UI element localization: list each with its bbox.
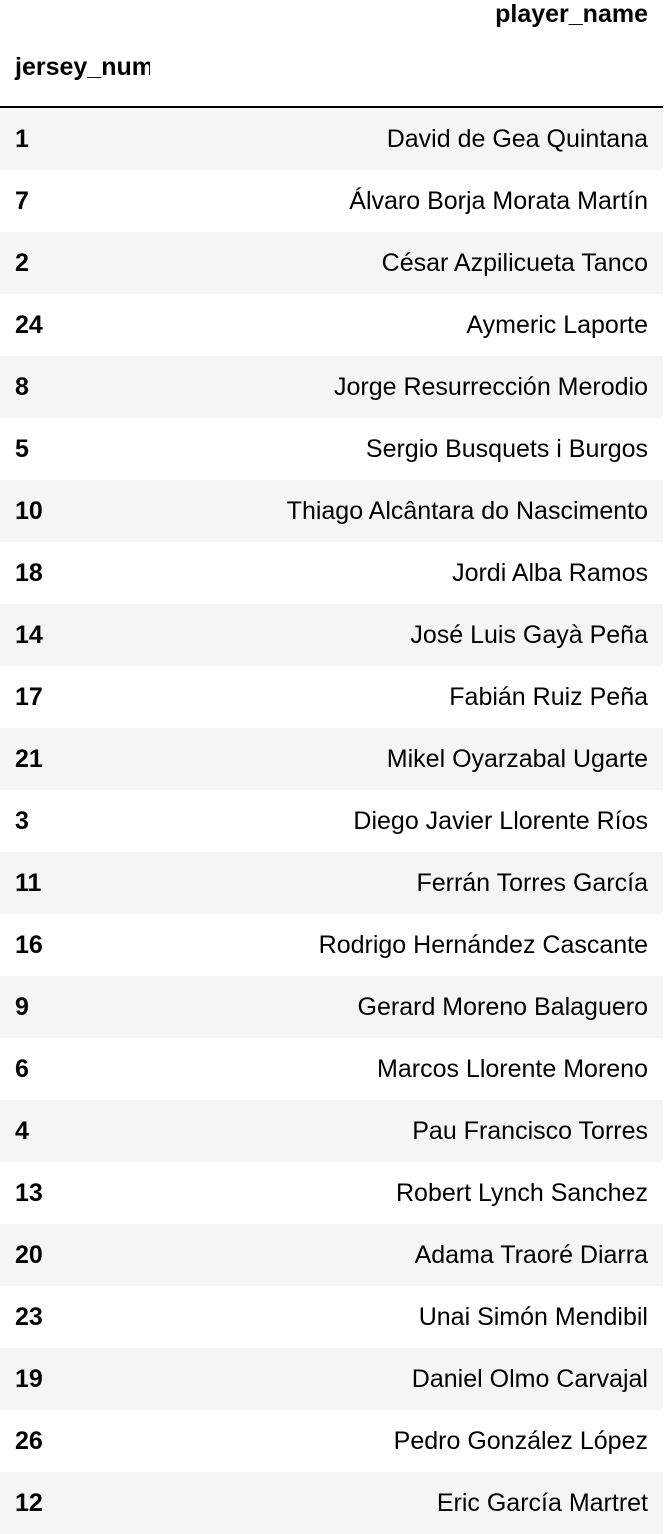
table-row: 20 Adama Traoré Diarra	[0, 1224, 663, 1286]
column-header-player-name: player_name	[495, 0, 648, 28]
jersey-number-cell: 10	[15, 497, 43, 525]
table-row: 23 Unai Simón Mendibil	[0, 1286, 663, 1348]
jersey-number-cell: 1	[15, 125, 29, 153]
player-name-cell: Unai Simón Mendibil	[418, 1303, 648, 1331]
jersey-number-cell: 3	[15, 807, 29, 835]
table-header: player_name jersey_number	[0, 0, 663, 108]
player-name-cell: Jorge Resurrección Merodio	[333, 373, 648, 401]
table-body: 1 David de Gea Quintana 7 Álvaro Borja Mora…	[0, 107, 663, 1534]
jersey-number-cell: 12	[15, 1489, 43, 1517]
table-row: 7 Álvaro Borja Morata Martín	[0, 170, 663, 232]
jersey-number-cell: 14	[15, 621, 43, 649]
jersey-number-cell: 20	[15, 1241, 43, 1269]
player-name-cell: Pedro González López	[393, 1427, 648, 1455]
dataframe-output: player_name jersey_number 1 David de Gea …	[0, 0, 664, 1534]
player-name-cell: Eric García Martret	[436, 1489, 648, 1517]
jersey-number-cell: 16	[15, 931, 43, 959]
player-name-cell: Gerard Moreno Balaguero	[357, 993, 648, 1021]
jersey-number-cell: 18	[15, 559, 43, 587]
table-row: 24 Aymeric Laporte	[0, 294, 663, 356]
jersey-number-cell: 4	[15, 1117, 29, 1145]
player-name-cell: David de Gea Quintana	[386, 125, 648, 153]
player-table: player_name jersey_number 1 David de Gea …	[0, 0, 663, 1534]
table-row: 9 Gerard Moreno Balaguero	[0, 976, 663, 1038]
player-name-cell: Mikel Oyarzabal Ugarte	[386, 745, 648, 773]
index-name-row: jersey_number	[0, 28, 663, 108]
jersey-number-cell: 19	[15, 1365, 43, 1393]
table-row: 12 Eric García Martret	[0, 1472, 663, 1534]
table-row: 17 Fabián Ruiz Peña	[0, 666, 663, 728]
table-row: 19 Daniel Olmo Carvajal	[0, 1348, 663, 1410]
index-name-jersey-number: jersey_number	[0, 28, 150, 108]
jersey-number-cell: 11	[15, 869, 42, 897]
player-name-cell: Thiago Alcântara do Nascimento	[286, 497, 648, 525]
player-name-cell: Fabián Ruiz Peña	[449, 683, 648, 711]
player-name-cell: Robert Lynch Sanchez	[395, 1179, 648, 1207]
jersey-number-cell: 21	[15, 745, 43, 773]
table-row: 4 Pau Francisco Torres	[0, 1100, 663, 1162]
index-name-spacer	[150, 28, 663, 108]
jersey-number-cell: 24	[15, 311, 43, 339]
jersey-number-cell: 26	[15, 1427, 43, 1455]
table-row: 3 Diego Javier Llorente Ríos	[0, 790, 663, 852]
table-row: 6 Marcos Llorente Moreno	[0, 1038, 663, 1100]
jersey-number-cell: 9	[15, 993, 29, 1021]
column-header-row: player_name	[0, 0, 663, 28]
table-row: 2 César Azpilicueta Tanco	[0, 232, 663, 294]
player-name-cell: Daniel Olmo Carvajal	[411, 1365, 648, 1393]
table-row: 16 Rodrigo Hernández Cascante	[0, 914, 663, 976]
player-name-cell: Sergio Busquets i Burgos	[365, 435, 648, 463]
table-row: 21 Mikel Oyarzabal Ugarte	[0, 728, 663, 790]
jersey-number-cell: 17	[15, 683, 43, 711]
table-row: 10 Thiago Alcântara do Nascimento	[0, 480, 663, 542]
table-row: 11 Ferrán Torres García	[0, 852, 663, 914]
player-name-cell: Pau Francisco Torres	[412, 1117, 648, 1145]
table-row: 18 Jordi Alba Ramos	[0, 542, 663, 604]
jersey-number-cell: 23	[15, 1303, 43, 1331]
player-name-cell: Adama Traoré Diarra	[414, 1241, 648, 1269]
jersey-number-cell: 5	[15, 435, 29, 463]
table-row: 5 Sergio Busquets i Burgos	[0, 418, 663, 480]
jersey-number-cell: 6	[15, 1055, 29, 1083]
player-name-cell: César Azpilicueta Tanco	[381, 249, 648, 277]
jersey-number-cell: 7	[15, 187, 29, 215]
jersey-number-cell: 13	[15, 1179, 43, 1207]
player-name-cell: Rodrigo Hernández Cascante	[318, 931, 648, 959]
player-name-cell: Marcos Llorente Moreno	[377, 1055, 648, 1083]
player-name-cell: Diego Javier Llorente Ríos	[353, 807, 648, 835]
index-header-spacer	[0, 0, 150, 28]
player-name-cell: Ferrán Torres García	[416, 869, 648, 897]
table-row: 1 David de Gea Quintana	[0, 107, 663, 170]
table-row: 26 Pedro González López	[0, 1410, 663, 1472]
table-row: 14 José Luis Gayà Peña	[0, 604, 663, 666]
table-row: 8 Jorge Resurrección Merodio	[0, 356, 663, 418]
player-name-cell: Aymeric Laporte	[466, 311, 648, 339]
player-name-cell: Álvaro Borja Morata Martín	[349, 187, 648, 215]
player-name-cell: Jordi Alba Ramos	[452, 559, 648, 587]
jersey-number-cell: 2	[15, 249, 29, 277]
table-row: 13 Robert Lynch Sanchez	[0, 1162, 663, 1224]
player-name-cell: José Luis Gayà Peña	[410, 621, 648, 649]
jersey-number-cell: 8	[15, 373, 29, 401]
